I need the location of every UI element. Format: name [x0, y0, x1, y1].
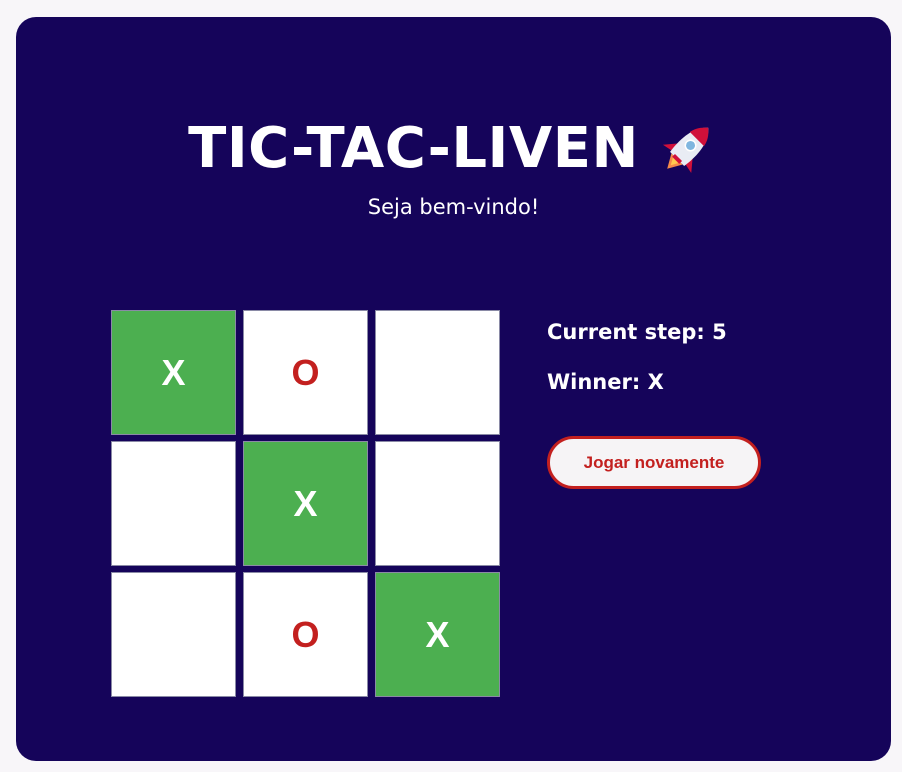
game-board: X O X O X	[111, 310, 500, 697]
board-cell[interactable]: O	[243, 572, 368, 697]
play-again-button[interactable]: Jogar novamente	[547, 436, 761, 489]
app-title: TIC-TAC-LIVEN	[188, 116, 639, 181]
board-cell[interactable]	[111, 572, 236, 697]
board-cell[interactable]	[111, 441, 236, 566]
board-cell[interactable]: O	[243, 310, 368, 435]
board-cell[interactable]: X	[243, 441, 368, 566]
board-cell[interactable]: X	[375, 572, 500, 697]
game-card: TIC-TAC-LIVEN Seja bem-vindo! X O X O X	[16, 17, 891, 761]
board-cell[interactable]: X	[111, 310, 236, 435]
current-step-text: Current step: 5	[547, 320, 727, 344]
rocket-icon	[662, 127, 709, 174]
game-status: Current step: 5 Winner: X	[547, 317, 727, 417]
welcome-subtitle: Seja bem-vindo!	[367, 195, 540, 219]
board-cell[interactable]	[375, 310, 500, 435]
board-cell[interactable]	[375, 441, 500, 566]
title-row: TIC-TAC-LIVEN	[16, 113, 891, 185]
winner-text: Winner: X	[547, 370, 664, 394]
